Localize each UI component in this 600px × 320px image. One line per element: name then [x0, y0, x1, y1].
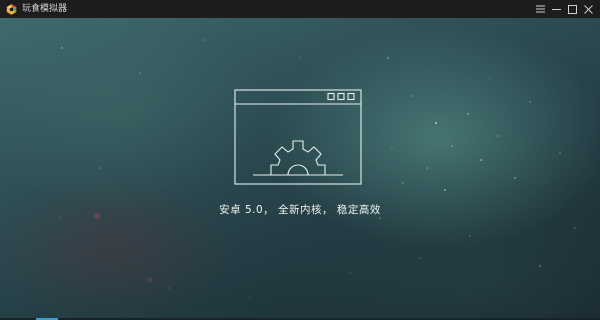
title-bar[interactable]: 玩食模拟器: [0, 0, 600, 18]
app-title: 玩食模拟器: [22, 4, 68, 14]
window-controls: [532, 0, 596, 18]
emulator-window: 玩食模拟器 安卓 5.0， 全新内核， 稳定高效: [0, 0, 600, 320]
boot-message: 安卓 5.0， 全新内核， 稳定高效: [219, 204, 381, 216]
maximize-icon[interactable]: [565, 0, 580, 18]
hexagon-logo-icon: [6, 3, 17, 15]
splash-screen: 安卓 5.0， 全新内核， 稳定高效: [0, 18, 600, 320]
close-icon[interactable]: [581, 0, 596, 18]
menu-icon[interactable]: [533, 0, 548, 18]
window-gear-icon: [234, 89, 362, 185]
minimize-icon[interactable]: [549, 0, 564, 18]
